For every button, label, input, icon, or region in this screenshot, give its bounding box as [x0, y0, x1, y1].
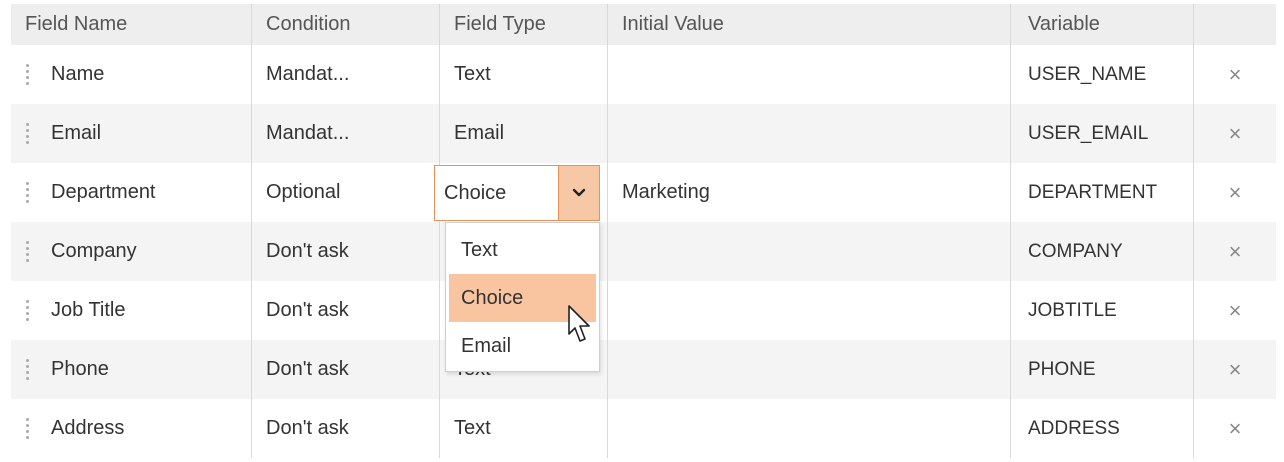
field-type-cell[interactable]: Text [439, 399, 607, 458]
initial-value-cell[interactable] [607, 281, 1010, 340]
close-icon[interactable]: × [1229, 417, 1242, 440]
delete-row-cell: × [1193, 163, 1276, 222]
condition-cell[interactable]: Don't ask [251, 281, 439, 340]
field-name: Department [51, 181, 156, 203]
condition-cell[interactable]: Don't ask [251, 340, 439, 399]
condition-cell[interactable]: Mandat... [251, 45, 439, 104]
field-name-cell[interactable]: Address [11, 399, 251, 458]
header-variable[interactable]: Variable [1010, 4, 1193, 45]
mouse-pointer-icon [568, 305, 590, 342]
drag-handle-icon[interactable] [25, 182, 29, 203]
variable-name: ADDRESS [1028, 417, 1120, 439]
table-row[interactable]: Name Mandat... Text USER_NAME × [11, 45, 1276, 104]
drag-handle-icon[interactable] [25, 64, 29, 85]
field-type-cell[interactable]: Email [439, 104, 607, 163]
variable-name: COMPANY [1028, 240, 1123, 262]
header-actions [1193, 4, 1276, 45]
field-name: Address [51, 417, 125, 439]
field-name-cell[interactable]: Job Title [11, 281, 251, 340]
variable-cell[interactable]: USER_EMAIL [1010, 104, 1193, 163]
table-row[interactable]: Phone Don't ask Text PHONE × [11, 340, 1276, 399]
variable-cell[interactable]: JOBTITLE [1010, 281, 1193, 340]
drag-handle-icon[interactable] [25, 241, 29, 262]
variable-name: USER_EMAIL [1028, 122, 1149, 144]
field-name-cell[interactable]: Name [11, 45, 251, 104]
variable-cell[interactable]: DEPARTMENT [1010, 163, 1193, 222]
delete-row-cell: × [1193, 340, 1276, 399]
select-toggle-button[interactable] [558, 166, 599, 220]
field-type-cell[interactable]: Text [439, 45, 607, 104]
variable-name: JOBTITLE [1028, 299, 1117, 321]
close-icon[interactable]: × [1229, 63, 1242, 86]
variable-cell[interactable]: COMPANY [1010, 222, 1193, 281]
field-name-cell[interactable]: Email [11, 104, 251, 163]
drag-handle-icon[interactable] [25, 359, 29, 380]
fields-grid: Field Name Condition Field Type Initial … [11, 4, 1276, 458]
field-name: Name [51, 63, 105, 85]
close-icon[interactable]: × [1229, 358, 1242, 381]
dropdown-option-text[interactable]: Text [446, 226, 599, 274]
condition-cell[interactable]: Don't ask [251, 222, 439, 281]
initial-value-cell[interactable] [607, 340, 1010, 399]
variable-cell[interactable]: USER_NAME [1010, 45, 1193, 104]
field-name: Phone [51, 358, 109, 380]
delete-row-cell: × [1193, 104, 1276, 163]
close-icon[interactable]: × [1229, 122, 1242, 145]
drag-handle-icon[interactable] [25, 123, 29, 144]
variable-cell[interactable]: ADDRESS [1010, 399, 1193, 458]
table-row[interactable]: Job Title Don't ask JOBTITLE × [11, 281, 1276, 340]
variable-name: USER_NAME [1028, 63, 1147, 85]
table-row[interactable]: Department Optional Marketing DEPARTMENT… [11, 163, 1276, 222]
field-name-cell[interactable]: Department [11, 163, 251, 222]
header-field-type[interactable]: Field Type [439, 4, 607, 45]
condition-cell[interactable]: Mandat... [251, 104, 439, 163]
field-name: Email [51, 122, 102, 144]
field-name-cell[interactable]: Company [11, 222, 251, 281]
header-field-name[interactable]: Field Name [11, 4, 251, 45]
field-type-dropdown[interactable]: Text Choice Email [445, 222, 600, 372]
delete-row-cell: × [1193, 45, 1276, 104]
drag-handle-icon[interactable] [25, 418, 29, 439]
field-type-select-value[interactable]: Choice [435, 166, 558, 220]
field-name: Company [51, 240, 137, 262]
initial-value-cell[interactable] [607, 45, 1010, 104]
delete-row-cell: × [1193, 399, 1276, 458]
drag-handle-icon[interactable] [25, 300, 29, 321]
condition-cell[interactable]: Optional [251, 163, 439, 222]
table-row[interactable]: Email Mandat... Email USER_EMAIL × [11, 104, 1276, 163]
field-name-cell[interactable]: Phone [11, 340, 251, 399]
variable-name: DEPARTMENT [1028, 181, 1158, 203]
delete-row-cell: × [1193, 222, 1276, 281]
delete-row-cell: × [1193, 281, 1276, 340]
variable-cell[interactable]: PHONE [1010, 340, 1193, 399]
header-initial-value[interactable]: Initial Value [607, 4, 1010, 45]
initial-value-cell[interactable]: Marketing [607, 163, 1010, 222]
table-row[interactable]: Company Don't ask COMPANY × [11, 222, 1276, 281]
initial-value-cell[interactable] [607, 222, 1010, 281]
condition-cell[interactable]: Don't ask [251, 399, 439, 458]
grid-header: Field Name Condition Field Type Initial … [11, 4, 1276, 45]
initial-value-cell[interactable] [607, 104, 1010, 163]
field-name: Job Title [51, 299, 126, 321]
chevron-down-icon [572, 188, 586, 197]
field-type-select[interactable]: Choice [434, 165, 600, 221]
variable-name: PHONE [1028, 358, 1096, 380]
close-icon[interactable]: × [1229, 299, 1242, 322]
close-icon[interactable]: × [1229, 181, 1242, 204]
header-condition[interactable]: Condition [251, 4, 439, 45]
close-icon[interactable]: × [1229, 240, 1242, 263]
initial-value-cell[interactable] [607, 399, 1010, 458]
table-row[interactable]: Address Don't ask Text ADDRESS × [11, 399, 1276, 458]
